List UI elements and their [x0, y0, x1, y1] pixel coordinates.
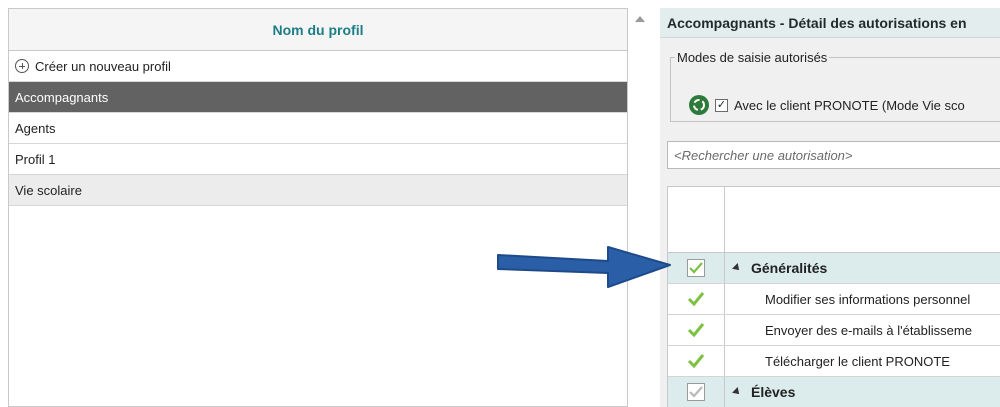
- create-profile-label: Créer un nouveau profil: [35, 58, 171, 74]
- item-label: Modifier ses informations personnel: [765, 291, 971, 307]
- triangle-down-icon[interactable]: [732, 263, 742, 273]
- permissions-table: Généralités Modifier ses informations pe…: [667, 186, 1000, 407]
- mode-client-label: Avec le client PRONOTE (Mode Vie sco: [734, 97, 965, 113]
- group-checkbox[interactable]: [687, 383, 705, 401]
- profile-item-accompagnants[interactable]: Accompagnants: [9, 82, 627, 113]
- profile-list-scrollbar[interactable]: [628, 8, 654, 407]
- permissions-table-header: [668, 186, 1000, 253]
- profile-item-label: Vie scolaire: [15, 182, 82, 198]
- profile-item-label: Profil 1: [15, 151, 56, 167]
- green-check-icon: [687, 292, 705, 307]
- profile-item-label: Agents: [15, 120, 56, 136]
- green-check-icon: [687, 354, 705, 369]
- group-check-cell[interactable]: [668, 377, 725, 407]
- permission-group-generalites[interactable]: Généralités: [668, 253, 1000, 284]
- grey-check-icon: [689, 386, 703, 398]
- item-check-cell[interactable]: [668, 346, 725, 376]
- item-label: Télécharger le client PRONOTE: [765, 353, 950, 369]
- green-check-icon: [687, 323, 705, 338]
- modes-fieldset: Modes de saisie autorisés ✓ Avec le clie…: [670, 50, 1000, 122]
- mode-client-checkbox[interactable]: ✓: [715, 98, 728, 112]
- search-placeholder: <Rechercher une autorisation>: [674, 147, 853, 163]
- detail-title: Accompagnants - Détail des autorisations…: [660, 8, 1000, 38]
- modes-legend: Modes de saisie autorisés: [677, 50, 828, 65]
- profile-item-agents[interactable]: Agents: [9, 113, 627, 144]
- permission-group-eleves[interactable]: Élèves: [668, 377, 1000, 407]
- group-label: Élèves: [751, 384, 796, 400]
- permission-search-input[interactable]: <Rechercher une autorisation>: [667, 141, 1000, 169]
- item-label: Envoyer des e-mails à l'établisseme: [765, 322, 972, 338]
- plus-circle-icon: [15, 59, 29, 73]
- header-label-column: [725, 187, 1000, 252]
- group-label: Généralités: [751, 260, 828, 276]
- detail-body: Modes de saisie autorisés ✓ Avec le clie…: [660, 38, 1000, 407]
- profile-item-vie-scolaire[interactable]: Vie scolaire: [9, 175, 627, 206]
- green-check-icon: [689, 262, 703, 274]
- profile-list-panel: Nom du profil Créer un nouveau profil Ac…: [8, 8, 628, 407]
- permission-item[interactable]: Télécharger le client PRONOTE: [668, 346, 1000, 377]
- mode-client-option[interactable]: ✓ Avec le client PRONOTE (Mode Vie sco: [689, 95, 965, 115]
- create-profile-button[interactable]: Créer un nouveau profil: [9, 51, 627, 82]
- profile-item-profil-1[interactable]: Profil 1: [9, 144, 627, 175]
- triangle-down-icon[interactable]: [732, 387, 742, 397]
- blue-arrow-icon: [497, 246, 671, 288]
- profile-item-label: Accompagnants: [15, 89, 109, 105]
- scroll-up-arrow-icon[interactable]: [635, 16, 645, 22]
- profile-list-header: Nom du profil: [9, 9, 627, 51]
- item-check-cell[interactable]: [668, 315, 725, 345]
- permission-item[interactable]: Modifier ses informations personnel: [668, 284, 1000, 315]
- pronote-logo-icon: [689, 95, 709, 115]
- permission-item[interactable]: Envoyer des e-mails à l'établisseme: [668, 315, 1000, 346]
- permissions-detail-panel: Accompagnants - Détail des autorisations…: [660, 8, 1000, 407]
- group-checkbox[interactable]: [687, 259, 705, 277]
